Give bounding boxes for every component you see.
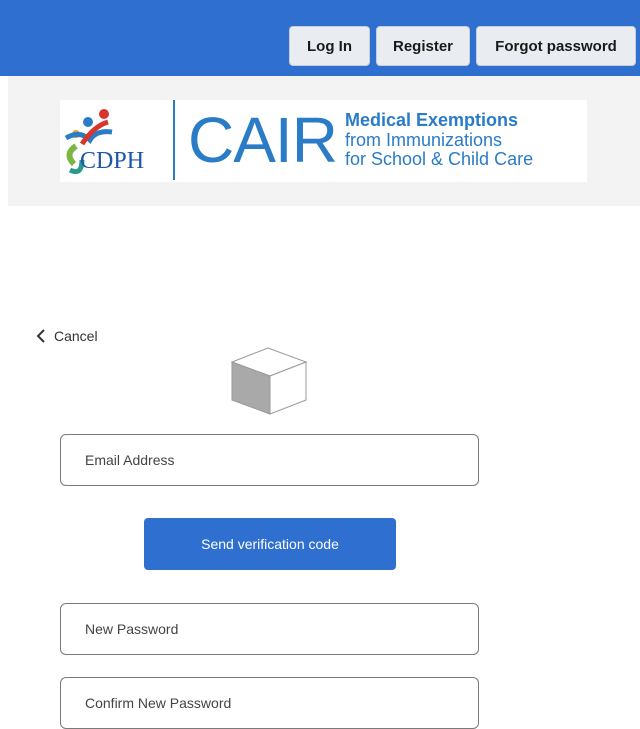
top-nav-bar: Log In Register Forgot password [0, 0, 640, 76]
forgot-password-button[interactable]: Forgot password [476, 26, 636, 66]
cair-wordmark: CAIR [188, 104, 338, 176]
cube-icon [230, 347, 308, 415]
email-field[interactable] [60, 434, 479, 486]
new-password-field[interactable] [60, 603, 479, 655]
cancel-link[interactable]: Cancel [36, 328, 98, 344]
register-button[interactable]: Register [376, 26, 470, 66]
cair-logo: CDPH CAIR Medical Exemptions from Immuni… [60, 100, 587, 182]
chevron-left-icon [36, 329, 45, 343]
confirm-password-field[interactable] [60, 677, 479, 729]
cancel-label: Cancel [54, 328, 98, 344]
cdph-wordmark: CDPH [80, 148, 145, 174]
banner-subtitle-line1: from Immunizations [345, 130, 503, 150]
send-verification-code-button[interactable]: Send verification code [144, 518, 396, 570]
login-button[interactable]: Log In [289, 26, 370, 66]
banner-subtitle-line2: for School & Child Care [345, 149, 534, 169]
banner-title: Medical Exemptions [345, 110, 519, 130]
